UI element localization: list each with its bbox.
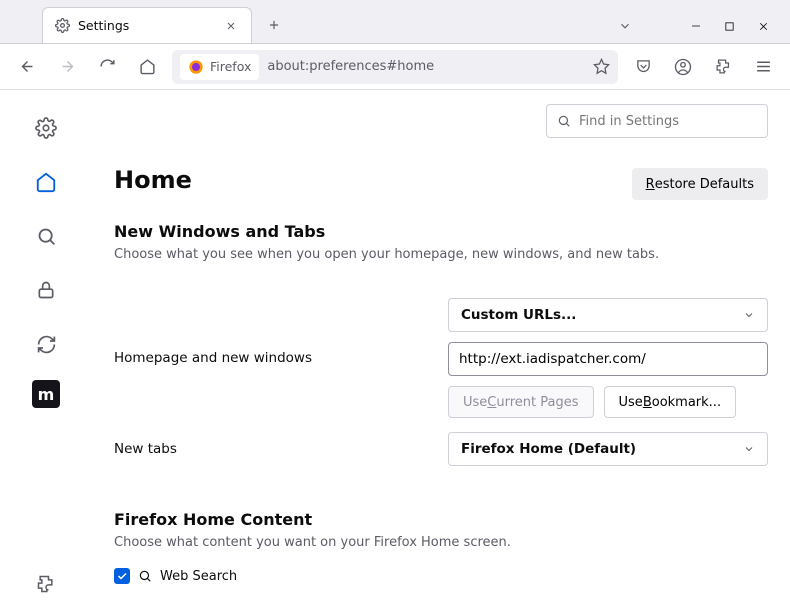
- settings-sidebar: m: [0, 90, 92, 616]
- new-tab-button[interactable]: [260, 11, 288, 39]
- label-homepage: Homepage and new windows: [114, 350, 430, 366]
- menu-icon[interactable]: [748, 52, 778, 82]
- search-icon: [557, 114, 571, 128]
- section-new-windows-tabs: New Windows and Tabs: [114, 222, 768, 241]
- sidebar-item-sync[interactable]: [28, 326, 64, 362]
- section-home-content: Firefox Home Content Choose what content…: [114, 510, 768, 584]
- url-text: about:preferences#home: [267, 59, 585, 74]
- chevron-down-icon[interactable]: [618, 19, 632, 33]
- maximize-icon[interactable]: [724, 21, 735, 32]
- back-button[interactable]: [12, 52, 42, 82]
- homepage-select[interactable]: Custom URLs...: [448, 298, 768, 332]
- select-value: Firefox Home (Default): [461, 441, 636, 457]
- reload-button[interactable]: [92, 52, 122, 82]
- tab-title: Settings: [78, 18, 213, 33]
- restore-defaults-button[interactable]: Restore Defaults: [632, 168, 768, 200]
- extensions-icon[interactable]: [708, 52, 738, 82]
- use-bookmark-button[interactable]: Use Bookmark...: [604, 386, 737, 418]
- section-desc: Choose what you see when you open your h…: [114, 247, 768, 262]
- row-homepage: Homepage and new windows Custom URLs... …: [114, 298, 768, 418]
- home-button[interactable]: [132, 52, 162, 82]
- section-home-content-desc: Choose what content you want on your Fir…: [114, 535, 768, 550]
- select-value: Custom URLs...: [461, 307, 576, 323]
- homepage-url-input[interactable]: [448, 342, 768, 376]
- web-search-row: Web Search: [114, 568, 768, 584]
- label-newtabs: New tabs: [114, 441, 430, 457]
- account-icon[interactable]: [668, 52, 698, 82]
- use-current-pages-button[interactable]: Use Current Pages: [448, 386, 594, 418]
- web-search-label: Web Search: [160, 569, 237, 584]
- window-controls: [618, 19, 790, 43]
- chevron-down-icon: [743, 309, 755, 321]
- search-icon: [138, 569, 152, 583]
- pocket-icon[interactable]: [628, 52, 658, 82]
- section-home-content-title: Firefox Home Content: [114, 510, 768, 529]
- settings-search[interactable]: [546, 104, 768, 138]
- site-identity[interactable]: Firefox: [180, 54, 259, 80]
- firefox-logo-icon: [188, 59, 204, 75]
- sidebar-item-general[interactable]: [28, 110, 64, 146]
- browser-tab[interactable]: Settings: [42, 7, 252, 43]
- web-search-checkbox[interactable]: [114, 568, 130, 584]
- forward-button[interactable]: [52, 52, 82, 82]
- url-bar[interactable]: Firefox about:preferences#home: [172, 50, 618, 84]
- row-newtabs: New tabs Firefox Home (Default): [114, 432, 768, 466]
- chevron-down-icon: [743, 443, 755, 455]
- close-icon[interactable]: [221, 16, 241, 36]
- bookmark-star-icon[interactable]: [593, 58, 610, 75]
- settings-main: Home Restore Defaults New Windows and Ta…: [92, 90, 790, 616]
- sidebar-item-extensions[interactable]: [28, 566, 64, 602]
- window-close-icon[interactable]: [757, 20, 770, 33]
- toolbar: Firefox about:preferences#home: [0, 44, 790, 90]
- sidebar-item-privacy[interactable]: [28, 272, 64, 308]
- identity-label: Firefox: [210, 59, 251, 74]
- gear-icon: [55, 18, 70, 33]
- newtabs-select[interactable]: Firefox Home (Default): [448, 432, 768, 466]
- minimize-icon[interactable]: [690, 20, 702, 32]
- settings-search-input[interactable]: [579, 114, 757, 129]
- sidebar-item-home[interactable]: [28, 164, 64, 200]
- content: m Home Restore Defaults New Windows and …: [0, 90, 790, 616]
- sidebar-item-search[interactable]: [28, 218, 64, 254]
- tab-strip: Settings: [0, 0, 790, 44]
- sidebar-item-more[interactable]: m: [32, 380, 60, 408]
